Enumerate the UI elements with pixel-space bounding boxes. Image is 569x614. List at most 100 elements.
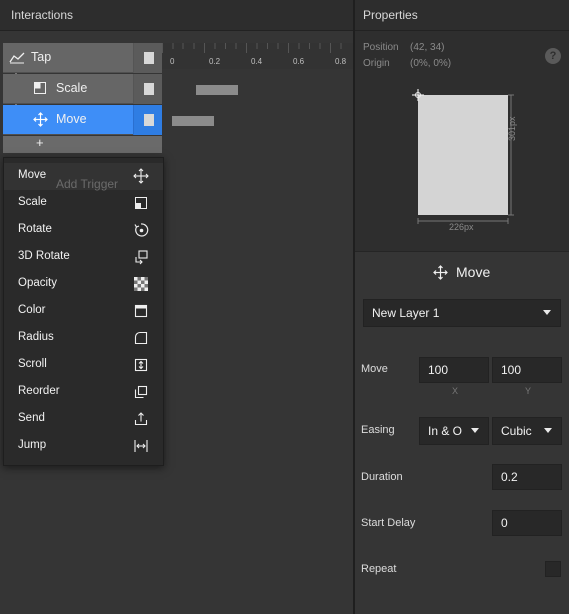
menu-item-label: Reorder [18,385,60,397]
layer-select-value: New Layer 1 [372,306,440,320]
add-animation-menu: Move Add Trigger Scale Rotate 3D Rotate … [3,157,164,466]
send-icon [134,412,148,426]
trigger-row-tap[interactable]: Tap [3,43,162,73]
color-icon [134,304,148,318]
layer-preview: Position (42, 34) Origin (0%, 0%) ? 226p… [355,31,569,251]
position-value: (42, 34) [410,42,445,53]
3d-rotate-icon [135,250,148,265]
help-icon[interactable]: ? [545,48,561,64]
menu-item-label: Jump [18,439,47,451]
height-dimension: 301px [507,116,517,141]
menu-item-jump[interactable]: Jump [4,433,163,460]
position-label: Position [363,42,399,53]
inspector-title: Move [456,264,491,280]
move-icon [433,265,448,280]
opacity-icon [134,277,148,291]
move-x-input[interactable]: 100 [419,357,489,383]
menu-item-scroll[interactable]: Scroll [4,352,163,379]
trigger-icon [9,52,25,64]
width-dimension: 226px [449,222,474,232]
animation-handle-scale[interactable] [133,74,162,104]
inspector-separator [355,251,569,252]
menu-item-label: Rotate [18,223,52,235]
radius-icon [134,331,148,345]
add-label: + [36,135,44,150]
interactions-title: Interactions [11,8,74,22]
move-y-input[interactable]: 100 [492,357,562,383]
easing-type-select[interactable]: In & O [419,417,489,445]
properties-title: Properties [363,8,418,22]
x-axis-label: X [452,386,459,396]
duration-input[interactable]: 0.2 [492,464,562,490]
easing-curve-select[interactable]: Cubic [492,417,562,445]
menu-item-label: 3D Rotate [18,250,70,262]
dimension-guides [417,94,514,224]
reorder-icon [134,385,148,399]
animation-handle-move[interactable] [133,105,162,135]
menu-item-color[interactable]: Color [4,298,163,325]
menu-item-scale[interactable]: Scale [4,190,163,217]
menu-item-label: Color [18,304,46,316]
move-icon [133,168,149,184]
properties-header: Properties [355,0,569,31]
ruler-tick: 0.6 [293,57,305,66]
scale-icon [34,82,46,94]
start-delay-value: 0 [501,516,508,530]
move-x-value: 100 [428,363,449,377]
scale-icon [135,197,147,209]
menu-item-move[interactable]: Move Add Trigger [4,163,163,191]
move-y-value: 100 [501,363,522,377]
scroll-icon [134,358,148,372]
chevron-down-icon [471,428,479,433]
layer-select[interactable]: New Layer 1 [363,299,561,327]
ruler-ticks [162,43,342,53]
animation-row-move[interactable]: Move [3,105,162,135]
menu-item-send[interactable]: Send [4,406,163,433]
menu-item-reorder[interactable]: Reorder [4,379,163,406]
add-trigger-placeholder: Add Trigger [56,177,119,191]
menu-item-label: Send [18,412,45,424]
origin-value: (0%, 0%) [410,58,452,69]
move-label: Move [361,363,388,375]
menu-item-label: Radius [18,331,54,343]
ruler-tick: 0.4 [251,57,263,66]
repeat-checkbox[interactable] [545,561,561,577]
chevron-down-icon [543,310,551,315]
menu-item-label: Opacity [18,277,57,289]
timeline-bar-scale[interactable] [196,85,238,95]
menu-item-opacity[interactable]: Opacity [4,271,163,298]
timeline-bar-move[interactable] [172,116,214,126]
rotate-icon [134,223,149,237]
easing-type-value: In & O [428,424,463,438]
menu-item-label: Scale [18,196,47,208]
ruler-tick: 0.8 [335,57,347,66]
menu-item-label: Move [18,169,47,181]
menu-item-rotate[interactable]: Rotate [4,217,163,244]
interactions-panel: Interactions Tap Scale Move + 0 0.2 0.4 … [0,0,353,614]
move-icon [33,112,48,127]
properties-panel: Properties Position (42, 34) Origin (0%,… [355,0,569,614]
ruler-tick: 0 [170,57,175,66]
origin-label: Origin [363,58,390,69]
repeat-label: Repeat [361,563,397,575]
add-animation-button[interactable]: + [3,135,162,153]
chevron-down-icon [544,428,552,433]
jump-icon [134,440,148,452]
duration-label: Duration [361,471,403,483]
menu-item-3d-rotate[interactable]: 3D Rotate [4,244,163,271]
trigger-handle[interactable] [133,43,162,73]
interactions-header: Interactions [0,0,353,31]
menu-item-radius[interactable]: Radius [4,325,163,352]
start-delay-label: Start Delay [361,517,416,529]
start-delay-input[interactable]: 0 [492,510,562,536]
easing-curve-value: Cubic [501,424,532,438]
animation-label-move: Move [56,112,87,126]
animation-row-scale[interactable]: Scale [3,74,162,104]
animation-label-scale: Scale [56,81,88,95]
trigger-label: Tap [31,50,52,64]
duration-value: 0.2 [501,470,518,484]
ruler-tick: 0.2 [209,57,221,66]
y-axis-label: Y [525,386,532,396]
menu-item-label: Scroll [18,358,47,370]
easing-label: Easing [361,424,395,436]
